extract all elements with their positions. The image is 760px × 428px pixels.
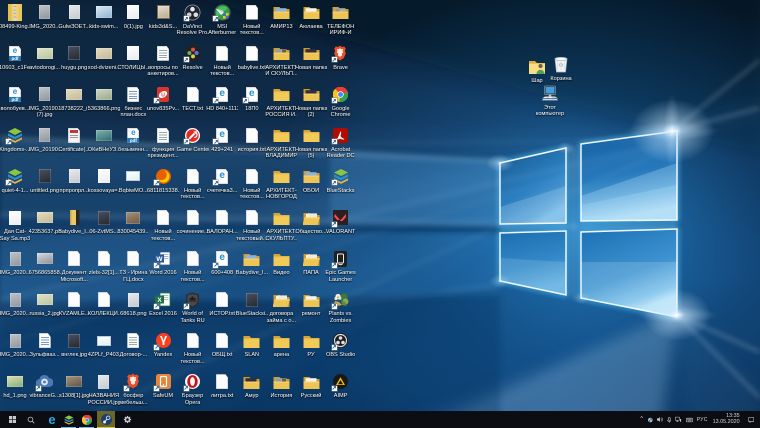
svg-text:U: U xyxy=(161,92,165,98)
